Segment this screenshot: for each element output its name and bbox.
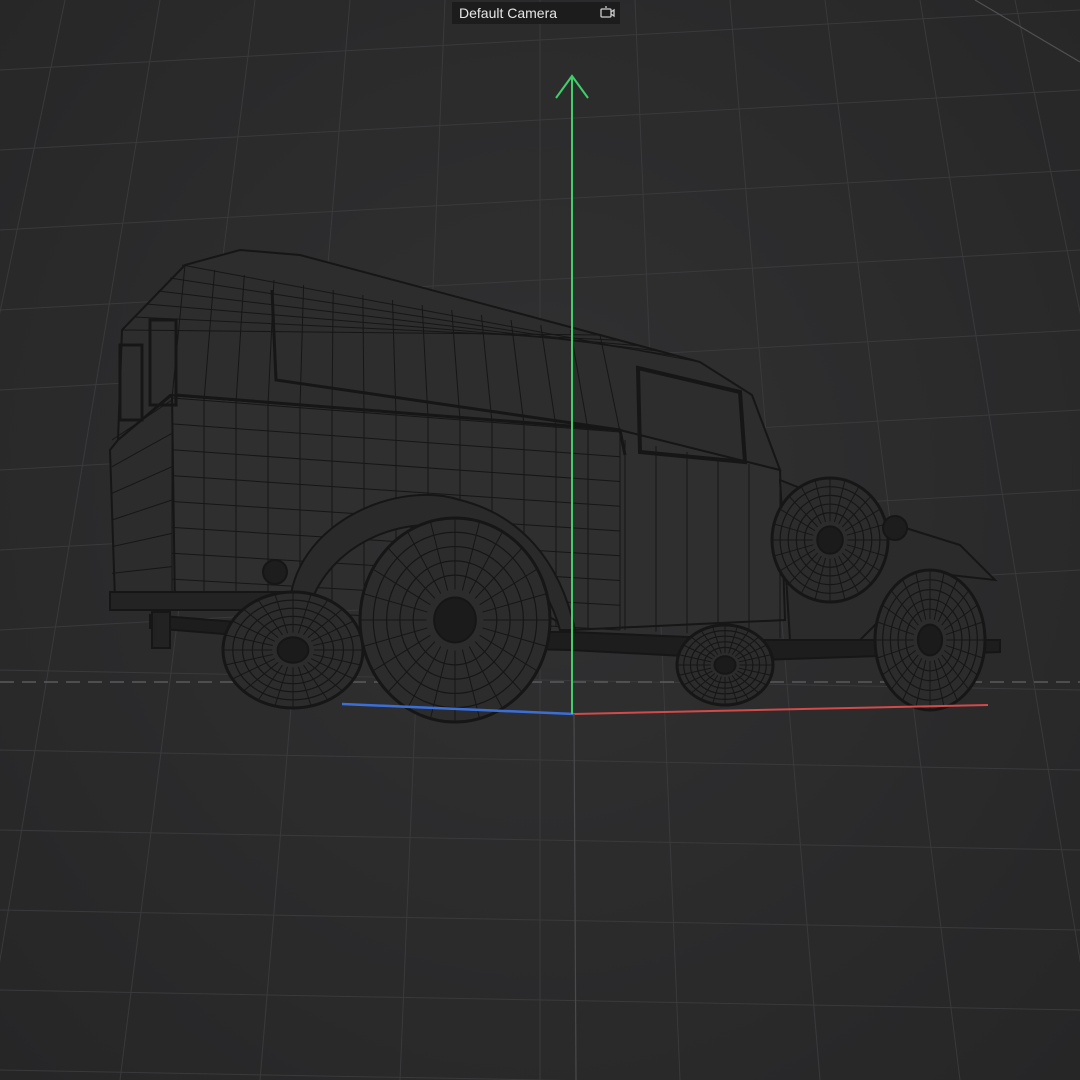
delivery-van-wireframe[interactable] [108, 248, 1001, 724]
headlamp [882, 515, 908, 541]
hub [916, 623, 944, 657]
spare-hub-rear [262, 559, 288, 585]
grid-line-vertical [0, 0, 66, 315]
front-wheel-inner [675, 623, 775, 707]
3d-viewport[interactable]: Default Camera [0, 0, 1080, 1080]
center-guide [573, 713, 577, 1080]
rear-wheel-outer [358, 516, 552, 724]
hub [713, 655, 737, 675]
grid-line-vertical [1014, 0, 1080, 315]
camera-switch-icon[interactable] [596, 2, 618, 24]
rear-wheel-inner [221, 590, 365, 710]
camera-selector[interactable]: Default Camera [452, 2, 620, 24]
hub [816, 525, 844, 555]
tail-light [151, 611, 171, 649]
front-wheel-outer [873, 568, 987, 712]
camera-label: Default Camera [459, 5, 558, 21]
hub [433, 596, 477, 644]
spare-wheel [770, 476, 890, 604]
viewport-scene[interactable] [0, 0, 1080, 1080]
hub [276, 636, 310, 664]
corner-guide [974, 0, 1080, 63]
